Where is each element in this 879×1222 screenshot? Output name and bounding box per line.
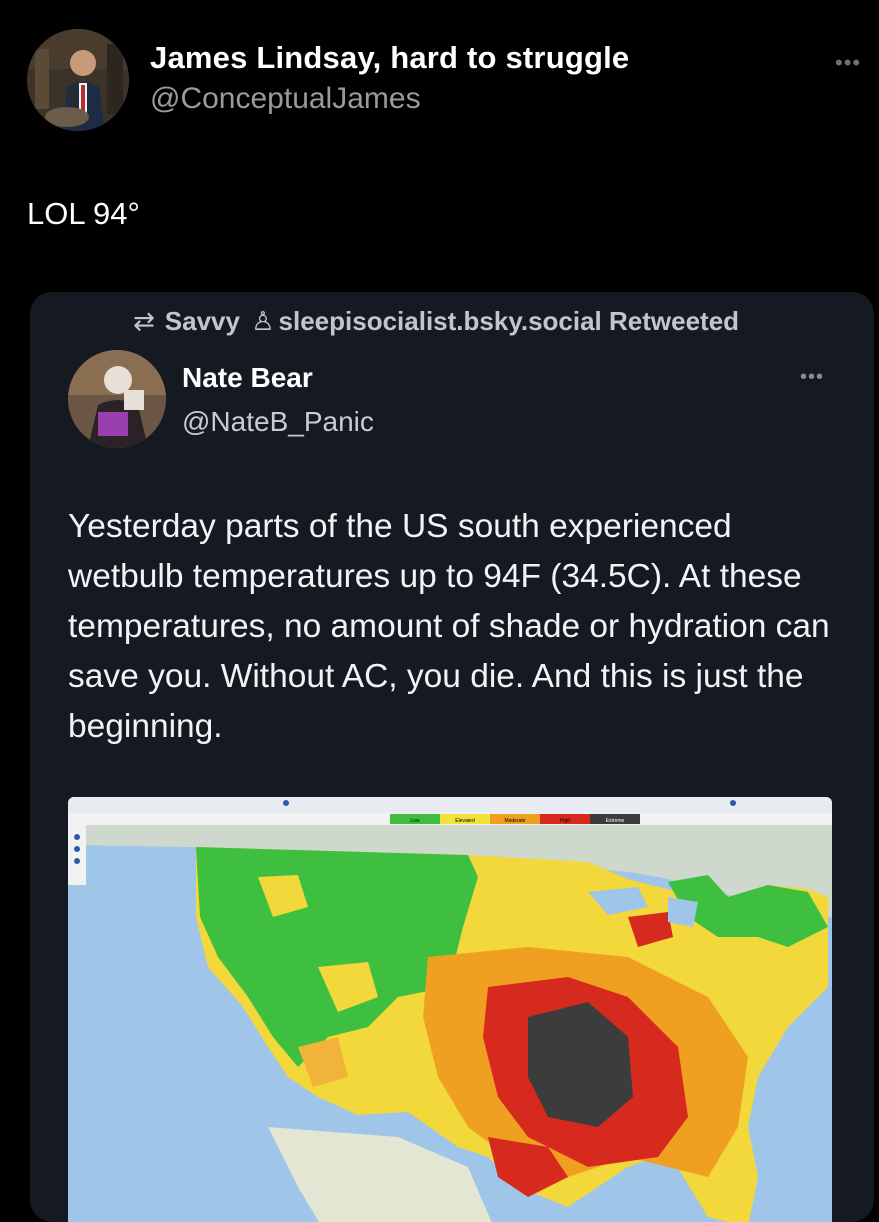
author-handle[interactable]: @ConceptualJames (150, 82, 421, 116)
wetbulb-map-image: Low Elevated Moderate High Extreme (68, 797, 832, 1222)
author-avatar[interactable] (27, 29, 129, 131)
map-legend: Low Elevated Moderate High Extreme (390, 814, 640, 824)
retweet-suffix: sleepisocialist.bsky.social Retweeted (278, 306, 740, 336)
retweet-prefix: Savvy (164, 306, 240, 336)
more-icon[interactable]: ••• (835, 50, 861, 76)
author-name[interactable]: James Lindsay, hard to struggle (150, 40, 629, 76)
legend-label-low: Low (410, 818, 420, 824)
inner-author-handle: @NateB_Panic (182, 406, 374, 437)
inner-more-icon: ••• (800, 366, 825, 388)
retweet-icon: ⇄ (133, 306, 155, 336)
inner-author-avatar (68, 350, 166, 448)
person-icon: ♙ (251, 306, 275, 336)
legend-label-moderate: Moderate (504, 818, 525, 824)
tweet-text: LOL 94° (27, 196, 140, 231)
legend-label-extreme: Extreme (606, 818, 625, 824)
embedded-screenshot[interactable]: ⇄ Savvy ♙ sleepisocialist.bsky.social Retw… (30, 292, 874, 1222)
legend-label-high: High (560, 818, 571, 824)
legend-label-elevated: Elevated (455, 818, 475, 824)
retweet-line: ⇄ Savvy ♙ sleepisocialist.bsky.social Retw… (133, 306, 739, 337)
inner-tweet-body: Yesterday parts of the US south experien… (68, 508, 830, 745)
inner-author-name: Nate Bear (182, 362, 313, 393)
